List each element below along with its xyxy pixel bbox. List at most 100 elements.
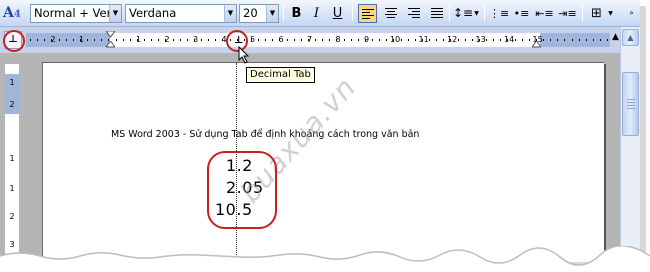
align-left-button[interactable] bbox=[358, 4, 377, 23]
underline-button[interactable]: U bbox=[328, 4, 347, 23]
chevron-down-icon[interactable]: ▼ bbox=[224, 5, 236, 22]
ruler-tick bbox=[414, 39, 416, 41]
ruler-tick bbox=[493, 39, 495, 41]
ruler-tick bbox=[115, 39, 117, 41]
bullets-button[interactable]: •≡ bbox=[512, 4, 531, 23]
ruler-number: 12 bbox=[447, 35, 458, 44]
chevron-down-icon[interactable]: ▼ bbox=[266, 5, 278, 22]
chevron-down-icon[interactable]: ▼ bbox=[473, 4, 480, 23]
italic-button[interactable]: I bbox=[307, 4, 326, 23]
formatting-toolbar: A4 Normal + Verda ▼ Verdana ▼ 20 ▼ B I U bbox=[0, 0, 640, 27]
ruler-tick bbox=[151, 39, 153, 41]
first-line-indent-marker[interactable] bbox=[106, 31, 115, 39]
ruler-tick bbox=[201, 39, 202, 41]
styles-formatting-icon[interactable]: A4 bbox=[3, 4, 29, 23]
ruler-tick bbox=[329, 39, 331, 41]
numbered-list-icon: ⋮≡ bbox=[489, 7, 510, 20]
decrease-indent-button[interactable]: ⇤≡ bbox=[535, 4, 554, 23]
vertical-scrollbar[interactable]: ▲ bbox=[620, 27, 640, 262]
ruler-tick bbox=[421, 39, 423, 41]
ruler-tick bbox=[457, 39, 459, 41]
ruler-tick bbox=[514, 39, 516, 41]
ruler-tick bbox=[357, 39, 359, 41]
ruler-tick bbox=[158, 39, 160, 41]
ruler-tick bbox=[122, 39, 124, 41]
align-center-icon bbox=[384, 8, 397, 18]
align-right-button[interactable] bbox=[404, 4, 423, 23]
vertical-ruler-number: 1 bbox=[9, 78, 15, 87]
ruler-tick bbox=[543, 39, 544, 41]
ruler-number: 13 bbox=[475, 35, 486, 44]
vertical-ruler-number: 1 bbox=[9, 154, 15, 163]
ruler-tick bbox=[336, 39, 338, 41]
ruler-tick bbox=[486, 39, 487, 41]
torn-edge bbox=[0, 246, 650, 272]
ruler-tick bbox=[571, 39, 573, 41]
horizontal-ruler[interactable]: 2 1 1 2 3 4 5 6 7 8 9 10 11 12 13 14 15 ⊥ bbox=[26, 31, 610, 49]
numbering-button[interactable]: ⋮≡ bbox=[489, 4, 510, 23]
ruler-tick bbox=[600, 39, 601, 41]
ruler-tick bbox=[372, 39, 373, 41]
vertical-ruler[interactable]: 1211234 bbox=[5, 64, 19, 262]
borders-icon: ⊞ bbox=[591, 6, 602, 21]
ruler-tick bbox=[478, 39, 480, 41]
borders-button[interactable]: ⊞ bbox=[587, 4, 606, 23]
ruler-number: 6 bbox=[278, 35, 284, 44]
increase-indent-icon: ⇥≡ bbox=[558, 7, 577, 20]
ruler-number: 2 bbox=[50, 35, 56, 44]
ruler-tick bbox=[179, 39, 181, 41]
ruler-tick bbox=[186, 39, 188, 41]
chevron-down-icon[interactable]: ▼ bbox=[109, 5, 121, 22]
font-combo[interactable]: Verdana ▼ bbox=[125, 4, 237, 23]
ruler-tick bbox=[272, 39, 274, 41]
style-combo[interactable]: Normal + Verda ▼ bbox=[30, 4, 122, 23]
justify-button[interactable] bbox=[427, 4, 446, 23]
ruler-number: 3 bbox=[192, 35, 199, 44]
ruler-tick bbox=[136, 39, 138, 41]
increase-indent-button[interactable]: ⇥≡ bbox=[558, 4, 577, 23]
tooltip: Decimal Tab bbox=[246, 67, 315, 83]
ruler-tick bbox=[343, 39, 345, 41]
bold-button[interactable]: B bbox=[287, 4, 306, 23]
ruler-tick bbox=[293, 39, 295, 41]
ruler-tick bbox=[193, 39, 195, 41]
ruler-row: ⊥ 2 1 1 2 3 4 5 6 7 8 9 10 11 12 13 14 15 ⊥ bbox=[0, 27, 620, 53]
chevron-down-icon[interactable]: ▼ bbox=[607, 4, 614, 23]
separator bbox=[449, 5, 450, 21]
ruler-tick bbox=[101, 39, 103, 41]
document-page[interactable]: MS Word 2003 - Sử dụng Tab để định khoản… bbox=[42, 62, 604, 262]
ruler-tick bbox=[258, 39, 259, 41]
ruler-tick bbox=[307, 39, 309, 41]
ruler-tick bbox=[30, 39, 31, 41]
ruler-tick bbox=[322, 39, 324, 41]
vertical-ruler-number: 2 bbox=[9, 212, 15, 221]
line-spacing-button[interactable]: ↕≡ bbox=[453, 4, 473, 23]
ruler-number: 14 bbox=[504, 35, 515, 44]
ruler-tick bbox=[564, 39, 566, 41]
font-combo-value: Verdana bbox=[129, 6, 177, 20]
scroll-thumb[interactable] bbox=[622, 72, 639, 136]
ruler-number: 1 bbox=[78, 35, 85, 44]
align-center-button[interactable] bbox=[381, 4, 400, 23]
font-size-combo[interactable]: 20 ▼ bbox=[239, 4, 279, 23]
ruler-tick bbox=[265, 39, 267, 41]
grip-icon bbox=[627, 99, 635, 111]
ruler-tick bbox=[500, 39, 502, 41]
ruler-tick bbox=[279, 39, 281, 41]
left-indent-marker[interactable] bbox=[106, 41, 115, 49]
ruler-tick bbox=[315, 39, 316, 41]
ruler-tick bbox=[557, 39, 559, 41]
ruler-tick bbox=[65, 39, 67, 41]
separator bbox=[582, 5, 583, 21]
vertical-ruler-number: 1 bbox=[9, 184, 15, 193]
ruler-tick bbox=[464, 39, 466, 41]
scroll-up-button[interactable]: ▲ bbox=[622, 29, 639, 46]
toolbar-options-icon[interactable]: » bbox=[628, 4, 635, 23]
justify-icon bbox=[430, 8, 443, 18]
ruler-tick bbox=[607, 39, 609, 41]
left-indent-marker[interactable] bbox=[532, 41, 541, 49]
separator bbox=[352, 5, 353, 21]
ruler-tick bbox=[286, 39, 288, 41]
ruler-tick bbox=[429, 39, 430, 41]
document-heading: MS Word 2003 - Sử dụng Tab để định khoản… bbox=[111, 129, 420, 140]
